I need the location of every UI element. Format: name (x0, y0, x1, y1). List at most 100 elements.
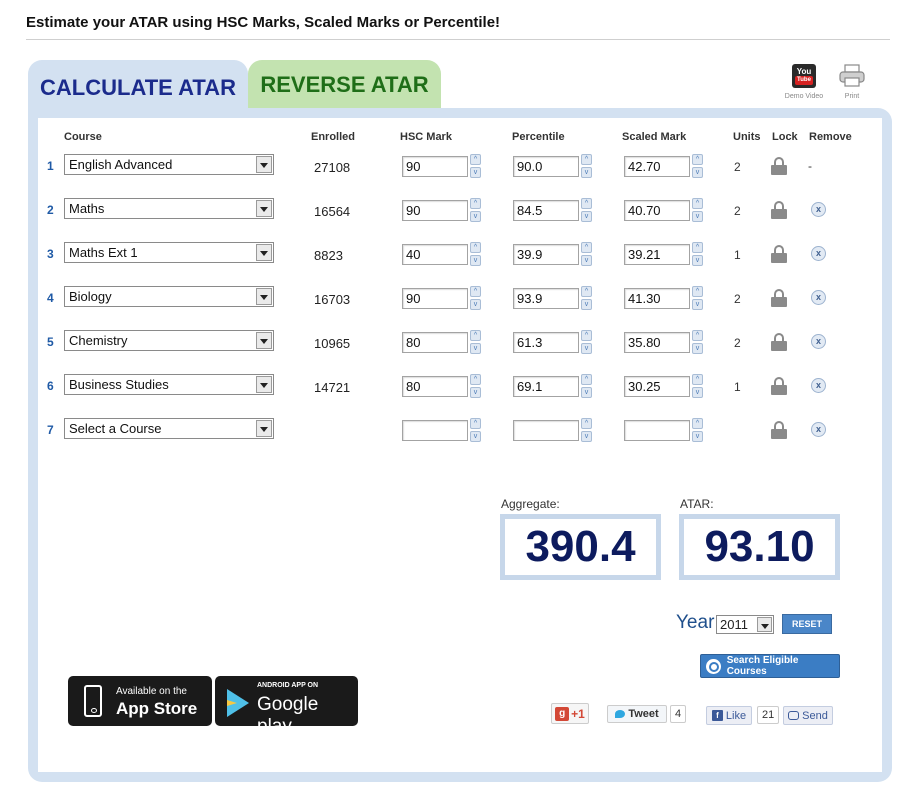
spinner-down-icon[interactable]: v (692, 255, 703, 266)
spinner-down-icon[interactable]: v (581, 387, 592, 398)
year-select[interactable]: 2011 (716, 615, 774, 634)
chevron-down-icon[interactable] (757, 617, 772, 632)
spinner-down-icon[interactable]: v (470, 167, 481, 178)
chevron-down-icon[interactable] (256, 288, 272, 305)
percentile-input[interactable]: 61.3 (513, 332, 579, 353)
scaled-mark-input[interactable]: 35.80 (624, 332, 690, 353)
spinner-down-icon[interactable]: v (581, 167, 592, 178)
percentile-input[interactable]: 69.1 (513, 376, 579, 397)
spinner-up-icon[interactable]: ^ (470, 154, 481, 165)
spinner-down-icon[interactable]: v (581, 299, 592, 310)
course-select[interactable]: Business Studies (64, 374, 274, 395)
print-link[interactable]: Print (830, 64, 874, 100)
spinner-down-icon[interactable]: v (470, 211, 481, 222)
spinner-down-icon[interactable]: v (470, 255, 481, 266)
spinner-up-icon[interactable]: ^ (692, 198, 703, 209)
lock-icon[interactable] (771, 289, 787, 307)
scaled-mark-input[interactable]: 39.21 (624, 244, 690, 265)
percentile-input[interactable]: 39.9 (513, 244, 579, 265)
spinner-down-icon[interactable]: v (581, 211, 592, 222)
facebook-like-button[interactable]: f Like (706, 706, 752, 725)
spinner-down-icon[interactable]: v (692, 299, 703, 310)
app-store-badge[interactable]: Available on the App Store (68, 676, 212, 726)
remove-icon[interactable]: x (811, 422, 826, 437)
spinner-down-icon[interactable]: v (692, 167, 703, 178)
spinner-up-icon[interactable]: ^ (581, 286, 592, 297)
tab-reverse-atar[interactable]: REVERSE ATAR (248, 60, 441, 110)
hsc-mark-input[interactable]: 90 (402, 288, 468, 309)
chevron-down-icon[interactable] (256, 244, 272, 261)
spinner-up-icon[interactable]: ^ (581, 330, 592, 341)
spinner-down-icon[interactable]: v (692, 387, 703, 398)
lock-icon[interactable] (771, 421, 787, 439)
scaled-mark-input[interactable]: 30.25 (624, 376, 690, 397)
spinner-up-icon[interactable]: ^ (692, 286, 703, 297)
hsc-mark-input[interactable] (402, 420, 468, 441)
chevron-down-icon[interactable] (256, 376, 272, 393)
spinner-up-icon[interactable]: ^ (470, 198, 481, 209)
spinner-down-icon[interactable]: v (692, 431, 703, 442)
remove-icon[interactable]: x (811, 378, 826, 393)
scaled-mark-input[interactable]: 41.30 (624, 288, 690, 309)
remove-icon[interactable]: x (811, 202, 826, 217)
spinner-up-icon[interactable]: ^ (581, 418, 592, 429)
scaled-mark-input[interactable]: 42.70 (624, 156, 690, 177)
lock-icon[interactable] (771, 377, 787, 395)
course-select[interactable]: Chemistry (64, 330, 274, 351)
hsc-mark-input[interactable]: 80 (402, 376, 468, 397)
google-play-badge[interactable]: ANDROID APP ON Google play (215, 676, 358, 737)
spinner-up-icon[interactable]: ^ (470, 330, 481, 341)
remove-icon[interactable]: x (811, 246, 826, 261)
tweet-button[interactable]: Tweet (607, 705, 667, 723)
spinner-up-icon[interactable]: ^ (692, 374, 703, 385)
hsc-mark-input[interactable]: 40 (402, 244, 468, 265)
remove-icon[interactable]: x (811, 290, 826, 305)
chevron-down-icon[interactable] (256, 200, 272, 217)
facebook-send-button[interactable]: Send (783, 706, 833, 725)
remove-icon[interactable]: x (811, 334, 826, 349)
spinner-down-icon[interactable]: v (470, 299, 481, 310)
scaled-mark-input[interactable]: 40.70 (624, 200, 690, 221)
reset-button[interactable]: RESET (782, 614, 832, 634)
course-select[interactable]: Maths (64, 198, 274, 219)
spinner-down-icon[interactable]: v (692, 211, 703, 222)
chevron-down-icon[interactable] (256, 420, 272, 437)
spinner-up-icon[interactable]: ^ (581, 242, 592, 253)
spinner-up-icon[interactable]: ^ (470, 242, 481, 253)
percentile-input[interactable]: 90.0 (513, 156, 579, 177)
chevron-down-icon[interactable] (256, 156, 272, 173)
lock-icon[interactable] (771, 157, 787, 175)
search-eligible-courses-button[interactable]: Search Eligible Courses (700, 654, 840, 678)
spinner-up-icon[interactable]: ^ (581, 374, 592, 385)
spinner-up-icon[interactable]: ^ (470, 418, 481, 429)
spinner-up-icon[interactable]: ^ (692, 154, 703, 165)
spinner-up-icon[interactable]: ^ (581, 198, 592, 209)
spinner-down-icon[interactable]: v (470, 387, 481, 398)
spinner-up-icon[interactable]: ^ (692, 418, 703, 429)
spinner-down-icon[interactable]: v (581, 255, 592, 266)
spinner-up-icon[interactable]: ^ (692, 330, 703, 341)
spinner-down-icon[interactable]: v (581, 431, 592, 442)
spinner-up-icon[interactable]: ^ (470, 374, 481, 385)
course-select[interactable]: Maths Ext 1 (64, 242, 274, 263)
spinner-up-icon[interactable]: ^ (692, 242, 703, 253)
spinner-down-icon[interactable]: v (470, 431, 481, 442)
hsc-mark-input[interactable]: 90 (402, 156, 468, 177)
scaled-mark-input[interactable] (624, 420, 690, 441)
spinner-down-icon[interactable]: v (470, 343, 481, 354)
spinner-down-icon[interactable]: v (692, 343, 703, 354)
percentile-input[interactable]: 84.5 (513, 200, 579, 221)
chevron-down-icon[interactable] (256, 332, 272, 349)
lock-icon[interactable] (771, 201, 787, 219)
percentile-input[interactable] (513, 420, 579, 441)
hsc-mark-input[interactable]: 80 (402, 332, 468, 353)
lock-icon[interactable] (771, 245, 787, 263)
spinner-up-icon[interactable]: ^ (470, 286, 481, 297)
spinner-down-icon[interactable]: v (581, 343, 592, 354)
course-select[interactable]: English Advanced (64, 154, 274, 175)
demo-video-link[interactable]: You Tube Demo Video (782, 64, 826, 100)
percentile-input[interactable]: 93.9 (513, 288, 579, 309)
google-plus-button[interactable]: g +1 (551, 703, 589, 724)
course-select[interactable]: Biology (64, 286, 274, 307)
spinner-up-icon[interactable]: ^ (581, 154, 592, 165)
